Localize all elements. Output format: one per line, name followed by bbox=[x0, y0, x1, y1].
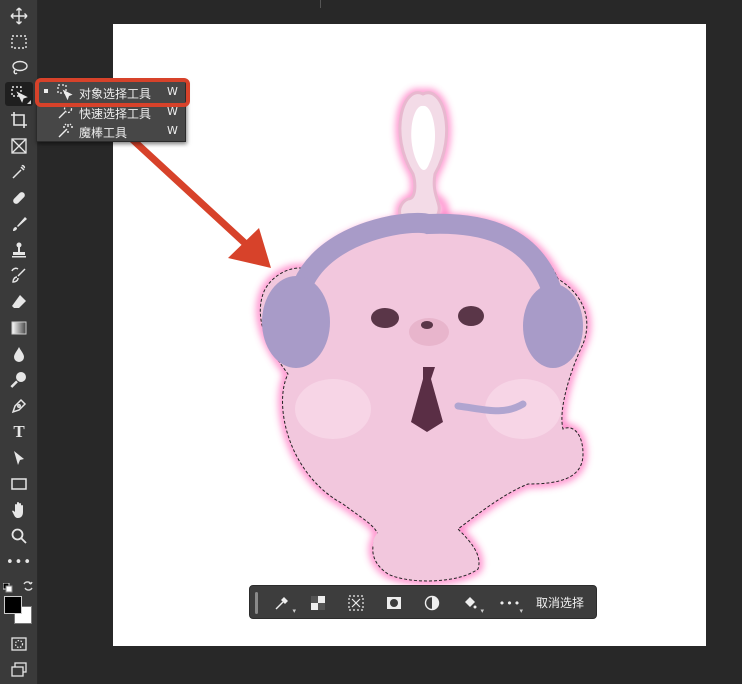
pen-icon[interactable] bbox=[5, 394, 33, 418]
magic-wand-icon bbox=[57, 123, 73, 139]
chevron-down-icon: ▾ bbox=[292, 607, 296, 615]
tools-panel: T ••• bbox=[0, 0, 38, 684]
eraser-icon[interactable] bbox=[5, 290, 33, 314]
hand-icon[interactable] bbox=[5, 498, 33, 522]
default-colors-icon[interactable] bbox=[2, 578, 13, 593]
selection-tools-flyout: 对象选择工具 W 快速选择工具 W 魔棒工具 W bbox=[36, 80, 186, 142]
eyedropper-icon[interactable] bbox=[5, 160, 33, 184]
invert-selection-button[interactable] bbox=[346, 593, 366, 613]
zoom-icon[interactable] bbox=[5, 524, 33, 548]
deselect-button[interactable]: 取消选择 bbox=[536, 594, 584, 611]
frame-icon[interactable] bbox=[5, 134, 33, 158]
healing-brush-icon[interactable] bbox=[5, 186, 33, 210]
crop-icon[interactable] bbox=[5, 108, 33, 132]
lasso-icon[interactable] bbox=[5, 56, 33, 80]
type-icon[interactable]: T bbox=[5, 420, 33, 444]
flyout-item-shortcut: W bbox=[167, 124, 178, 137]
object-selection-icon[interactable] bbox=[5, 82, 33, 106]
flyout-item-label: 快速选择工具 bbox=[79, 107, 152, 121]
blur-icon[interactable] bbox=[5, 342, 33, 366]
move-icon[interactable] bbox=[5, 4, 33, 28]
flyout-item-object-selection[interactable]: 对象选择工具 W bbox=[37, 83, 187, 102]
quick-selection-icon bbox=[57, 104, 73, 120]
flyout-item-label: 魔棒工具 bbox=[79, 126, 128, 140]
brush-icon[interactable] bbox=[5, 212, 33, 236]
swap-colors-icon[interactable] bbox=[22, 577, 34, 591]
fill-selection-button[interactable]: ▾ bbox=[460, 593, 484, 615]
marquee-icon[interactable] bbox=[5, 30, 33, 54]
flyout-item-label: 对象选择工具 bbox=[79, 87, 152, 101]
contextual-task-bar: ▾ ▾ ••• ▾ 取消选择 bbox=[249, 585, 597, 619]
object-selection-icon bbox=[57, 84, 73, 101]
chevron-down-icon: ▾ bbox=[480, 607, 484, 615]
path-selection-icon[interactable] bbox=[5, 446, 33, 470]
drag-handle[interactable] bbox=[255, 592, 258, 614]
history-brush-icon[interactable] bbox=[5, 264, 33, 288]
more-tools-icon[interactable]: ••• bbox=[5, 550, 33, 574]
rectangle-icon[interactable] bbox=[5, 472, 33, 496]
flyout-item-magic-wand[interactable]: 魔棒工具 W bbox=[37, 122, 187, 141]
flyout-item-quick-selection[interactable]: 快速选择工具 W bbox=[37, 103, 187, 122]
create-mask-button[interactable] bbox=[384, 593, 404, 613]
clone-stamp-icon[interactable] bbox=[5, 238, 33, 262]
quick-mask-icon[interactable] bbox=[5, 632, 33, 656]
foreground-color-swatch[interactable] bbox=[4, 596, 22, 614]
modify-selection-button[interactable]: ▾ bbox=[272, 593, 296, 615]
screen-mode-icon[interactable] bbox=[5, 658, 33, 682]
gradient-icon[interactable] bbox=[5, 316, 33, 340]
adjustment-layer-button[interactable] bbox=[422, 593, 442, 613]
flyout-item-shortcut: W bbox=[167, 85, 178, 98]
more-options-icon[interactable]: ••• ▾ bbox=[499, 593, 523, 616]
mask-button[interactable] bbox=[308, 593, 328, 613]
submenu-indicator bbox=[27, 100, 31, 104]
flyout-item-shortcut: W bbox=[167, 105, 178, 118]
dodge-icon[interactable] bbox=[5, 368, 33, 392]
chevron-down-icon: ▾ bbox=[519, 607, 524, 615]
active-bullet bbox=[44, 89, 48, 93]
